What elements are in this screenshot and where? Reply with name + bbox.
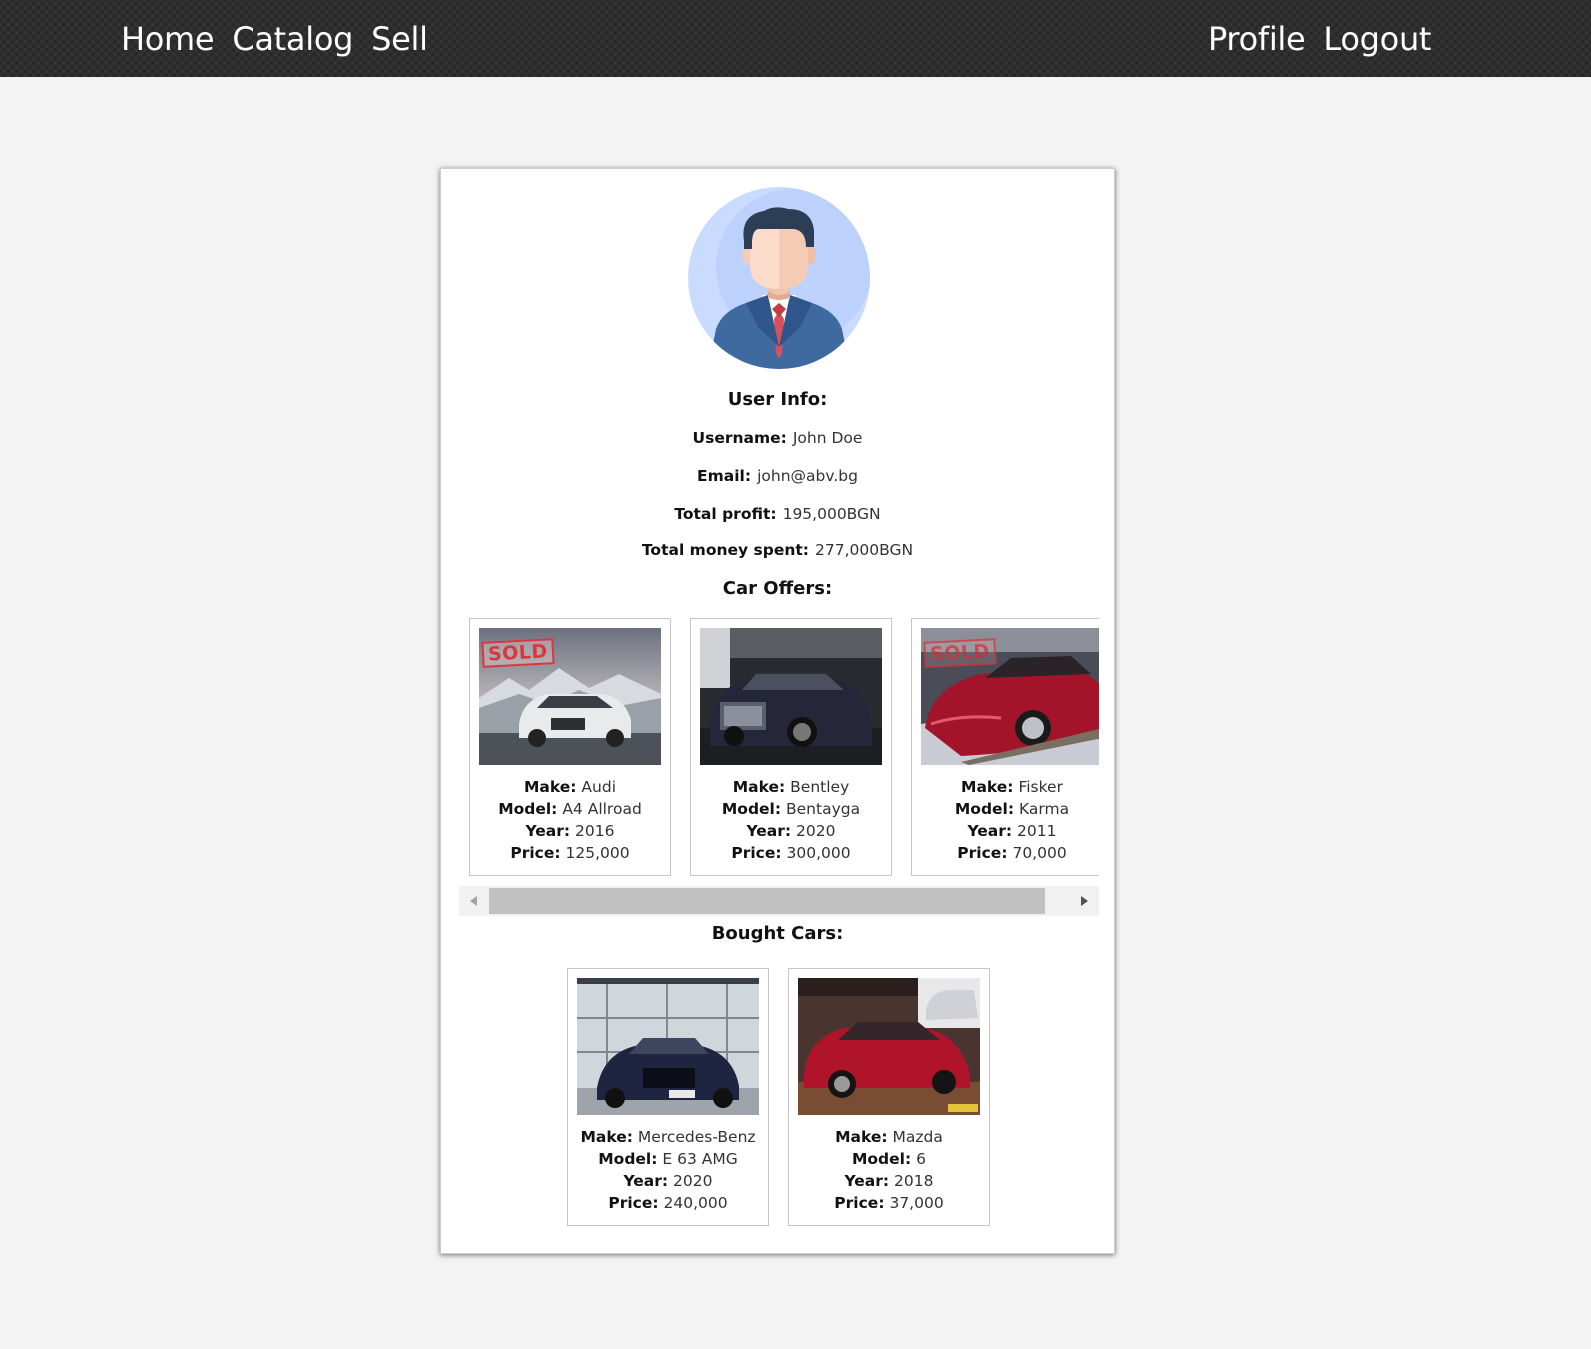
car-year-row: Year: 2018	[844, 1172, 934, 1190]
nav-home-link[interactable]: Home	[121, 18, 215, 60]
sold-badge: SOLD	[481, 638, 555, 668]
username-value: John Doe	[792, 429, 863, 447]
car-offer-card[interactable]: SOLD Make: Audi Model: A4 Allroad Year: …	[469, 618, 671, 876]
car-price-row: Price: 37,000	[834, 1194, 944, 1212]
car-model-row: Model: 6	[851, 1150, 926, 1168]
car-make: Mercedes-Benz	[637, 1128, 756, 1146]
total-money-spent-value: 277,000BGN	[815, 541, 914, 559]
car-details: Make: Audi Model: A4 Allroad Year: 2016 …	[470, 776, 670, 864]
nav-sell-link[interactable]: Sell	[371, 18, 428, 60]
total-profit-row: Total profit: 195,000BGN	[441, 505, 1114, 523]
car-model: Bentayga	[786, 800, 861, 818]
username-row: Username: John Doe	[441, 429, 1114, 447]
car-details: Make: Mazda Model: 6 Year: 2018 Price: 3…	[789, 1126, 989, 1214]
car-photo	[700, 628, 882, 765]
car-details: Make: Fisker Model: Karma Year: 2011 Pri…	[912, 776, 1099, 864]
car-make-row: Make: Fisker	[961, 778, 1063, 796]
car-details: Make: Bentley Model: Bentayga Year: 2020…	[691, 776, 891, 864]
car-year: 2016	[575, 822, 615, 840]
car-year: 2018	[894, 1172, 934, 1190]
email-row: Email: john@abv.bg	[441, 467, 1114, 485]
car-model: 6	[916, 1150, 926, 1168]
total-profit-label: Total profit:	[674, 505, 777, 523]
car-price: 125,000	[565, 844, 630, 862]
car-price-row: Price: 240,000	[608, 1194, 728, 1212]
email-value: john@abv.bg	[757, 467, 858, 485]
top-navbar: Home Catalog Sell Profile Logout	[0, 0, 1591, 77]
car-photo: SOLD	[479, 628, 661, 765]
car-make-row: Make: Mazda	[835, 1128, 943, 1146]
car-make-row: Make: Audi	[523, 778, 616, 796]
car-model-row: Model: Karma	[954, 800, 1070, 818]
car-model: A4 Allroad	[562, 800, 642, 818]
car-year: 2011	[1017, 822, 1057, 840]
user-avatar-icon	[688, 187, 870, 369]
car-model-row: Model: Bentayga	[721, 800, 861, 818]
car-price-row: Price: 125,000	[510, 844, 630, 862]
username-label: Username:	[692, 429, 787, 447]
bought-cars-list: Make: Mercedes-Benz Model: E 63 AMG Year…	[567, 968, 997, 1228]
car-offers-scroll-area[interactable]: SOLD Make: Audi Model: A4 Allroad Year: …	[469, 618, 1099, 880]
nav-catalog-link[interactable]: Catalog	[232, 18, 353, 60]
car-model: Karma	[1019, 800, 1070, 818]
car-price: 70,000	[1012, 844, 1067, 862]
car-model: E 63 AMG	[662, 1150, 738, 1168]
scrollbar-thumb[interactable]	[489, 888, 1045, 914]
car-make: Bentley	[790, 778, 850, 796]
car-price: 300,000	[786, 844, 851, 862]
car-offer-card[interactable]: SOLD Make: Fisker Model: Karma Year: 201…	[911, 618, 1099, 876]
car-price-row: Price: 300,000	[731, 844, 851, 862]
car-make-row: Make: Bentley	[732, 778, 850, 796]
scroll-right-arrow-icon[interactable]	[1069, 886, 1099, 916]
car-year-row: Year: 2020	[623, 1172, 713, 1190]
nav-right-group: Profile Logout	[1208, 18, 1431, 60]
car-offers-heading: Car Offers:	[722, 578, 833, 599]
car-price: 240,000	[663, 1194, 728, 1212]
car-price: 37,000	[889, 1194, 944, 1212]
profile-card: User Info: Username: John Doe Email: john@…	[440, 168, 1115, 1254]
total-profit-value: 195,000BGN	[782, 505, 881, 523]
nav-left-group: Home Catalog Sell	[121, 18, 428, 60]
car-offer-card[interactable]: Make: Bentley Model: Bentayga Year: 2020…	[690, 618, 892, 876]
bought-car-card[interactable]: Make: Mercedes-Benz Model: E 63 AMG Year…	[567, 968, 769, 1226]
car-year-row: Year: 2016	[525, 822, 615, 840]
nav-profile-link[interactable]: Profile	[1208, 18, 1306, 60]
nav-logout-link[interactable]: Logout	[1323, 18, 1431, 60]
car-photo	[577, 978, 759, 1115]
car-model-row: Model: E 63 AMG	[598, 1150, 738, 1168]
car-make: Audi	[581, 778, 616, 796]
bought-car-card[interactable]: Make: Mazda Model: 6 Year: 2018 Price: 3…	[788, 968, 990, 1226]
car-photo: SOLD	[921, 628, 1099, 765]
sold-badge: SOLD	[923, 638, 997, 668]
user-info-heading: User Info:	[727, 389, 828, 410]
car-year-row: Year: 2011	[967, 822, 1057, 840]
car-details: Make: Mercedes-Benz Model: E 63 AMG Year…	[568, 1126, 768, 1214]
car-model-row: Model: A4 Allroad	[498, 800, 642, 818]
email-label: Email:	[697, 467, 752, 485]
offers-horizontal-scrollbar[interactable]	[459, 886, 1099, 916]
total-money-spent-label: Total money spent:	[641, 541, 809, 559]
total-money-spent-row: Total money spent: 277,000BGN	[441, 541, 1114, 559]
car-make-row: Make: Mercedes-Benz	[580, 1128, 756, 1146]
car-year-row: Year: 2020	[746, 822, 836, 840]
bought-cars-heading: Bought Cars:	[711, 923, 844, 944]
car-photo	[798, 978, 980, 1115]
scroll-left-arrow-icon[interactable]	[459, 886, 489, 916]
car-make: Mazda	[892, 1128, 943, 1146]
car-make: Fisker	[1018, 778, 1063, 796]
car-year: 2020	[673, 1172, 713, 1190]
car-price-row: Price: 70,000	[957, 844, 1067, 862]
car-year: 2020	[796, 822, 836, 840]
